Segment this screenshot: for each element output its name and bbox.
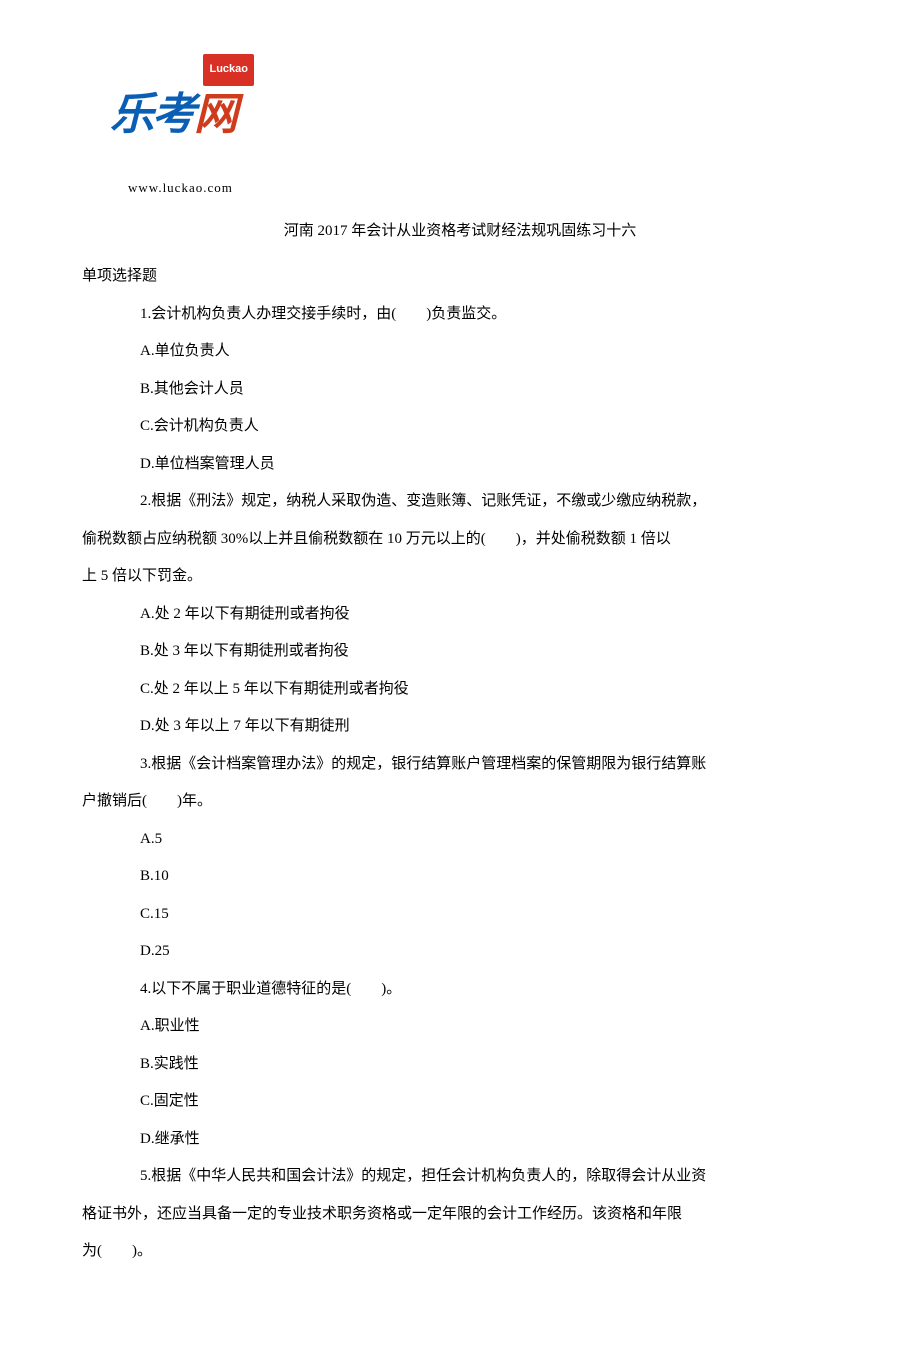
site-url: www.luckao.com [128, 172, 810, 205]
question-1-option-b: B.其他会计人员 [110, 371, 810, 409]
question-2-stem-line-2: 偷税数额占应纳税额 30%以上并且偷税数额在 10 万元以上的( )，并处偷税数… [82, 521, 810, 559]
question-2-option-b: B.处 3 年以下有期徒刑或者拘役 [110, 633, 810, 671]
brand-char-2: 考 [152, 90, 194, 139]
question-3-stem-line-1: 3.根据《会计档案管理办法》的规定，银行结算账户管理档案的保管期限为银行结算账 [110, 746, 810, 784]
question-3-option-c: C.15 [110, 896, 810, 934]
document-title: 河南 2017 年会计从业资格考试财经法规巩固练习十六 [110, 213, 810, 251]
question-1-stem: 1.会计机构负责人办理交接手续时，由( )负责监交。 [110, 296, 810, 334]
site-header: Luckao 乐考网 www.luckao.com [110, 60, 810, 205]
question-2-stem-line-3: 上 5 倍以下罚金。 [82, 558, 810, 596]
question-3-stem-line-2: 户撤销后( )年。 [82, 783, 810, 821]
section-heading: 单项选择题 [82, 258, 810, 296]
document-page: Luckao 乐考网 www.luckao.com 河南 2017 年会计从业资… [0, 0, 920, 1351]
question-3-option-a: A.5 [110, 821, 810, 859]
brand-char-1: 乐 [110, 90, 152, 139]
question-1-option-c: C.会计机构负责人 [110, 408, 810, 446]
question-3-option-d: D.25 [110, 933, 810, 971]
question-1-option-d: D.单位档案管理人员 [110, 446, 810, 484]
question-4-option-b: B.实践性 [110, 1046, 810, 1084]
luckao-badge: Luckao [203, 54, 254, 86]
question-4-option-d: D.继承性 [110, 1121, 810, 1159]
question-5-stem-line-2: 格证书外，还应当具备一定的专业技术职务资格或一定年限的会计工作经历。该资格和年限 [82, 1196, 810, 1234]
question-3-option-b: B.10 [110, 858, 810, 896]
question-4-stem: 4.以下不属于职业道德特征的是( )。 [110, 971, 810, 1009]
question-2-option-c: C.处 2 年以上 5 年以下有期徒刑或者拘役 [110, 671, 810, 709]
brand-name: 乐考网 [110, 90, 236, 139]
question-2-option-d: D.处 3 年以上 7 年以下有期徒刑 [110, 708, 810, 746]
question-1-option-a: A.单位负责人 [110, 333, 810, 371]
site-logo: Luckao 乐考网 [110, 60, 236, 170]
question-4-option-a: A.职业性 [110, 1008, 810, 1046]
question-5-stem-line-3: 为( )。 [82, 1233, 810, 1271]
brand-char-3: 网 [194, 90, 236, 139]
question-4-option-c: C.固定性 [110, 1083, 810, 1121]
question-2-option-a: A.处 2 年以下有期徒刑或者拘役 [110, 596, 810, 634]
question-5-stem-line-1: 5.根据《中华人民共和国会计法》的规定，担任会计机构负责人的，除取得会计从业资 [110, 1158, 810, 1196]
question-2-stem-line-1: 2.根据《刑法》规定，纳税人采取伪造、变造账簿、记账凭证，不缴或少缴应纳税款， [110, 483, 810, 521]
